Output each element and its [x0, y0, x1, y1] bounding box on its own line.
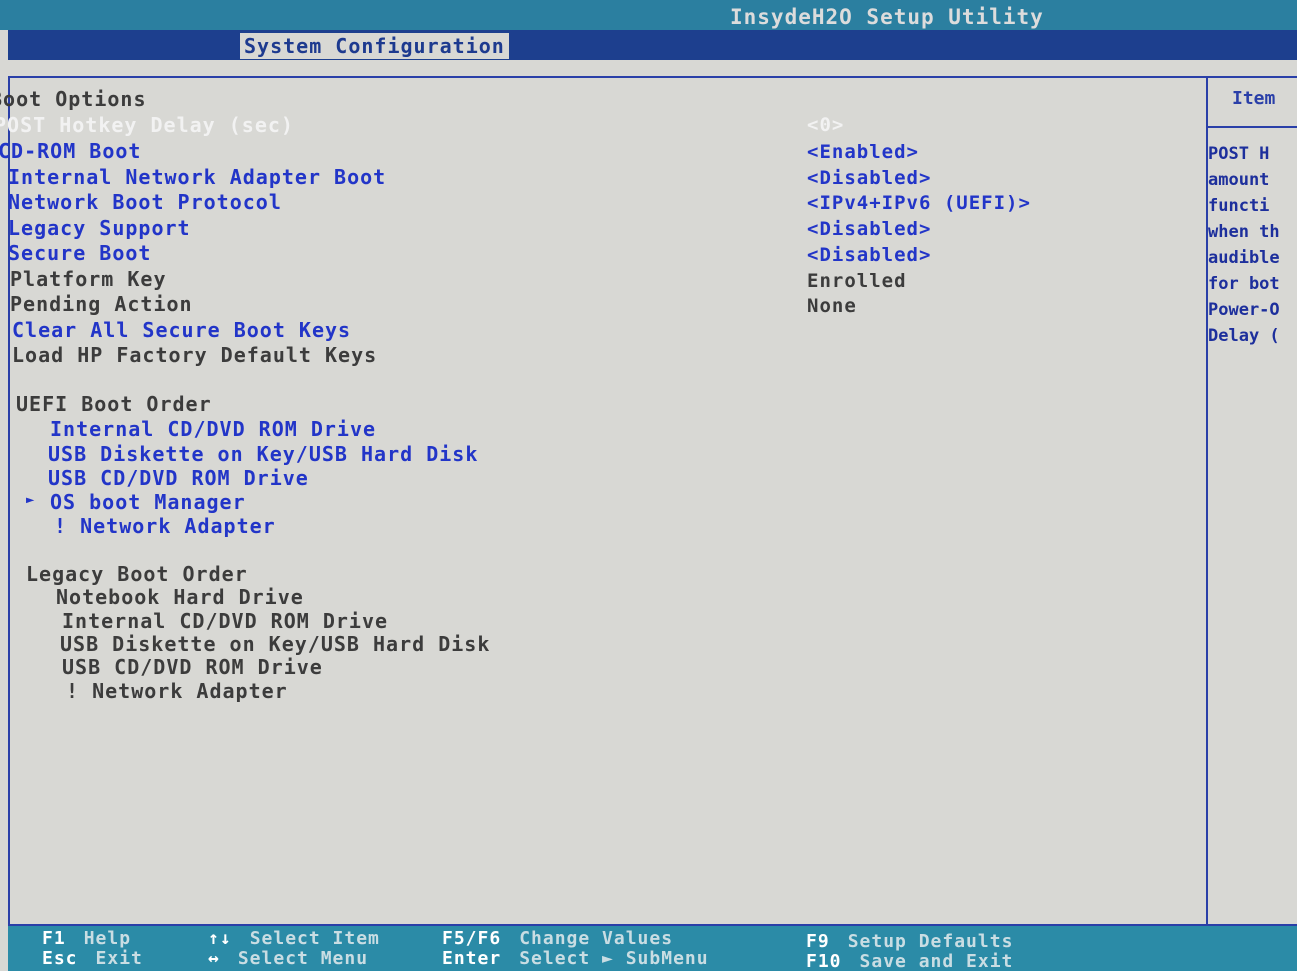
legacy-boot-order-heading: Legacy Boot Order — [26, 562, 248, 586]
select-menu-desc: Select Menu — [237, 948, 369, 969]
setting-legacy-support-value[interactable]: <Disabled> — [807, 217, 931, 241]
help-panel-divider — [1208, 126, 1297, 128]
setting-cdrom-boot-label[interactable]: CD-ROM Boot — [0, 139, 141, 163]
f1-key: F1 — [42, 928, 66, 949]
key-hint-select-submenu: Enter Select ► SubMenu — [442, 949, 709, 969]
f1-desc: Help — [83, 928, 132, 949]
key-hint-select-menu: ↔ Select Menu — [208, 949, 368, 969]
help-line: functi — [1208, 196, 1270, 216]
window-title: InsydeH2O Setup Utility — [730, 5, 1044, 29]
setting-platform-key-value: Enrolled — [807, 270, 907, 292]
legacy-boot-item-internal-cd-dvd: Internal CD/DVD ROM Drive — [62, 609, 389, 633]
setting-pending-action-value: None — [807, 295, 857, 317]
up-down-arrows-icon: ↑↓ — [208, 928, 232, 949]
setting-network-boot-protocol-label[interactable]: Network Boot Protocol — [8, 190, 282, 214]
help-text: POST H amount functi when th audible for… — [1208, 141, 1297, 349]
setting-cdrom-boot-value[interactable]: <Enabled> — [807, 140, 919, 164]
f9-key: F9 — [806, 931, 830, 952]
esc-desc: Exit — [95, 948, 143, 969]
setting-secure-boot-value[interactable]: <Disabled> — [807, 243, 931, 267]
title-bar: InsydeH2O Setup Utility — [0, 0, 1297, 30]
help-line: amount — [1208, 170, 1270, 190]
help-line: audible — [1208, 248, 1280, 268]
help-line: POST H — [1208, 144, 1270, 164]
key-hint-save-exit: F10 Save and Exit — [806, 952, 1013, 971]
left-right-arrows-icon: ↔ — [208, 948, 220, 969]
tab-system-configuration[interactable]: System Configuration — [240, 33, 509, 59]
setting-internal-network-adapter-boot-label[interactable]: Internal Network Adapter Boot — [8, 165, 386, 189]
setting-platform-key-label: Platform Key — [10, 267, 167, 291]
load-hp-factory-default-keys-action: Load HP Factory Default Keys — [12, 343, 378, 367]
boot-options-heading: Boot Options — [0, 87, 147, 111]
uefi-boot-item-usb-cd-dvd[interactable]: USB CD/DVD ROM Drive — [48, 466, 309, 490]
setting-network-boot-protocol-value[interactable]: <IPv4+IPv6 (UEFI)> — [807, 191, 1031, 215]
f10-key: F10 — [806, 951, 842, 971]
uefi-boot-item-internal-cd-dvd[interactable]: Internal CD/DVD ROM Drive — [50, 417, 376, 441]
clear-all-secure-boot-keys-action[interactable]: Clear All Secure Boot Keys — [12, 318, 351, 342]
select-item-desc: Select Item — [249, 928, 380, 949]
setting-internal-network-adapter-boot-value[interactable]: <Disabled> — [807, 166, 931, 190]
esc-key: Esc — [42, 948, 78, 969]
help-line: when th — [1208, 222, 1280, 242]
setup-defaults-desc: Setup Defaults — [847, 931, 1014, 952]
legacy-boot-item-usb-cd-dvd: USB CD/DVD ROM Drive — [62, 655, 323, 679]
tab-bar: System Configuration — [8, 30, 1297, 60]
help-line: Power-O — [1208, 300, 1280, 320]
setting-post-hotkey-delay-label[interactable]: POST Hotkey Delay (sec) — [0, 113, 294, 137]
save-exit-desc: Save and Exit — [859, 951, 1014, 971]
help-line: for bot — [1208, 274, 1280, 294]
submenu-arrow-icon: ► — [26, 492, 35, 508]
key-hint-change-values: F5/F6 Change Values — [442, 929, 673, 949]
f5-f6-key: F5/F6 — [442, 928, 502, 949]
item-help-panel: Item POST H amount functi when th audibl… — [1206, 76, 1297, 926]
help-panel-title: Item — [1232, 88, 1276, 109]
setting-secure-boot-label[interactable]: Secure Boot — [8, 241, 151, 265]
legacy-boot-item-notebook-hdd: Notebook Hard Drive — [56, 585, 304, 609]
change-values-desc: Change Values — [519, 928, 674, 949]
uefi-boot-item-usb-diskette[interactable]: USB Diskette on Key/USB Hard Disk — [48, 442, 478, 466]
key-hint-exit: Esc Exit — [42, 949, 143, 969]
legacy-boot-item-network-adapter: ! Network Adapter — [66, 679, 288, 703]
uefi-boot-item-os-boot-manager[interactable]: OS boot Manager — [50, 490, 246, 514]
uefi-boot-order-heading: UEFI Boot Order — [16, 392, 212, 416]
help-line: Delay ( — [1208, 326, 1280, 346]
select-submenu-desc: Select ► SubMenu — [519, 948, 709, 969]
legacy-boot-item-usb-diskette: USB Diskette on Key/USB Hard Disk — [60, 632, 491, 656]
key-hint-select-item: ↑↓ Select Item — [208, 929, 380, 949]
bios-screen: InsydeH2O Setup Utility System Configura… — [0, 0, 1297, 971]
key-hint-setup-defaults: F9 Setup Defaults — [806, 932, 1013, 952]
setting-pending-action-label: Pending Action — [10, 292, 193, 316]
key-hint-help: F1 Help — [42, 929, 131, 949]
setting-legacy-support-label[interactable]: Legacy Support — [8, 216, 191, 240]
setting-post-hotkey-delay-value[interactable]: <0> — [807, 113, 844, 137]
uefi-boot-item-network-adapter[interactable]: ! Network Adapter — [54, 514, 276, 538]
enter-key: Enter — [442, 948, 502, 969]
key-legend-bar: F1 Help Esc Exit ↑↓ Select Item ↔ Select Men… — [8, 926, 1297, 971]
